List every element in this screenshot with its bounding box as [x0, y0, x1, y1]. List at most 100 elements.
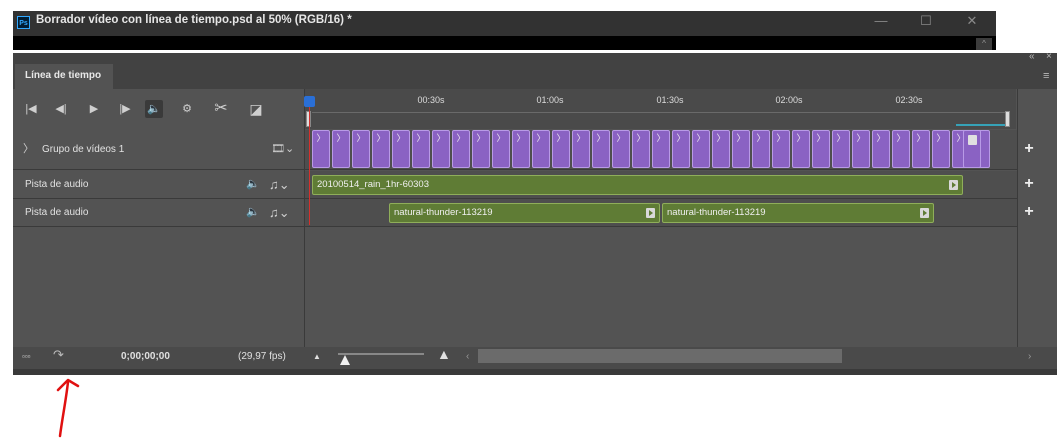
render-frames-icon[interactable]: ▫▫▫	[22, 352, 31, 361]
annotation-arrow	[56, 378, 80, 438]
add-audio-button[interactable]: +	[1019, 175, 1039, 193]
track-header-audio-2[interactable]: Pista de audio 🔈 ♫⌄	[13, 199, 304, 226]
ruler-label: 01:30s	[656, 95, 684, 105]
previous-frame-icon[interactable]: ◀|	[52, 100, 70, 118]
current-timecode[interactable]: 0;00;00;00	[121, 351, 170, 362]
video-clip[interactable]: 〉	[792, 130, 810, 168]
collapse-panel-icon[interactable]: «	[1029, 51, 1035, 62]
video-clip[interactable]: 〉	[472, 130, 490, 168]
audio-clip[interactable]: natural-thunder-113219	[389, 203, 660, 223]
play-icon[interactable]: ▶	[85, 100, 103, 118]
track-header-video-group[interactable]: 〉 Grupo de vídeos 1 🎞⌄	[13, 130, 304, 169]
video-clip[interactable]: 〉	[452, 130, 470, 168]
panel-header-strip	[13, 53, 1057, 63]
video-clip[interactable]: 〉	[512, 130, 530, 168]
video-clip[interactable]: 〉	[912, 130, 930, 168]
video-clip[interactable]: 〉	[572, 130, 590, 168]
video-clip[interactable]: 〉	[332, 130, 350, 168]
video-clip[interactable]: 〉	[892, 130, 910, 168]
video-clip[interactable]: 〉	[492, 130, 510, 168]
video-clip[interactable]: 〉	[852, 130, 870, 168]
tab-timeline[interactable]: Línea de tiempo	[15, 64, 113, 89]
video-clip[interactable]: 〉	[432, 130, 450, 168]
video-clip[interactable]: 〉	[372, 130, 390, 168]
video-clip[interactable]: 〉	[352, 130, 370, 168]
speaker-icon[interactable]: 🔈	[246, 199, 260, 226]
audio-clip[interactable]: natural-thunder-113219	[662, 203, 934, 223]
work-area-end-handle[interactable]	[1005, 111, 1010, 127]
ruler-label: 00:30s	[417, 95, 445, 105]
settings-gear-icon[interactable]: ⚙	[178, 100, 196, 118]
film-strip-icon[interactable]: 🎞⌄	[271, 130, 294, 169]
clip-play-icon[interactable]	[920, 208, 929, 218]
ruler-label: 02:30s	[895, 95, 923, 105]
video-clip[interactable]: 〉	[392, 130, 410, 168]
zoom-slider-track[interactable]	[338, 353, 424, 355]
next-frame-icon[interactable]: |▶	[116, 100, 134, 118]
video-clip[interactable]: 〉	[872, 130, 890, 168]
video-clip[interactable]: 〉	[412, 130, 430, 168]
panel-menu-icon[interactable]: ≡	[1043, 70, 1049, 82]
video-clip[interactable]: 〉	[532, 130, 550, 168]
video-clip[interactable]	[963, 130, 981, 168]
playhead-handle[interactable]	[304, 96, 315, 107]
ruler-baseline	[312, 112, 1008, 113]
first-frame-icon[interactable]: |◀	[22, 100, 40, 118]
zoom-slider-thumb[interactable]	[340, 355, 350, 365]
video-clip[interactable]: 〉	[672, 130, 690, 168]
track-label: Grupo de vídeos 1	[42, 144, 125, 155]
video-clip[interactable]: 〉	[812, 130, 830, 168]
video-clip[interactable]: 〉	[832, 130, 850, 168]
clip-play-icon[interactable]	[949, 180, 958, 190]
zoom-out-icon[interactable]: ▲	[313, 352, 321, 361]
window-title: Borrador vídeo con línea de tiempo.psd a…	[36, 14, 352, 26]
clip-play-icon[interactable]	[968, 135, 977, 145]
ruler-label: 02:00s	[775, 95, 803, 105]
music-note-icon[interactable]: ♫⌄	[269, 171, 290, 198]
close-panel-icon[interactable]: ×	[1046, 51, 1052, 62]
clip-play-icon[interactable]	[646, 208, 655, 218]
scroll-right-icon[interactable]: ›	[1028, 351, 1031, 362]
video-clip[interactable]: 〉	[772, 130, 790, 168]
speaker-icon[interactable]: 🔈	[246, 171, 260, 198]
scissors-icon[interactable]: ✂	[212, 100, 230, 118]
ruler-label: 01:00s	[536, 95, 564, 105]
video-clip[interactable]: 〉	[712, 130, 730, 168]
render-video-icon[interactable]: ↷	[53, 347, 64, 363]
video-clip[interactable]: 〉	[652, 130, 670, 168]
scroll-left-icon[interactable]: ‹	[466, 351, 469, 362]
panel-tab-bar	[13, 63, 1057, 89]
panel-bottom-edge	[13, 369, 1057, 375]
video-clip[interactable]: 〉	[752, 130, 770, 168]
video-clip[interactable]: 〉	[312, 130, 330, 168]
add-media-button[interactable]: +	[1019, 140, 1039, 158]
video-clip[interactable]: 〉	[552, 130, 570, 168]
video-clip[interactable]: 〉	[612, 130, 630, 168]
video-clip[interactable]: 〉	[592, 130, 610, 168]
minimize-button[interactable]: —	[871, 13, 891, 28]
add-audio-button[interactable]: +	[1019, 203, 1039, 221]
row-divider	[13, 169, 1017, 170]
mute-audio-icon[interactable]: 🔈	[145, 100, 163, 118]
audio-clip[interactable]: 20100514_rain_1hr-60303	[312, 175, 963, 195]
clip-label: 20100514_rain_1hr-60303	[317, 179, 429, 190]
transition-icon[interactable]: ◪	[247, 100, 265, 118]
frame-rate: (29,97 fps)	[238, 351, 286, 362]
music-note-icon[interactable]: ♫⌄	[269, 199, 290, 226]
row-divider	[13, 226, 1017, 227]
video-clip[interactable]: 〉	[632, 130, 650, 168]
video-clip[interactable]: 〉	[732, 130, 750, 168]
video-clip[interactable]: 〉	[932, 130, 950, 168]
row-divider	[13, 198, 1017, 199]
maximize-button[interactable]: ☐	[916, 13, 936, 29]
close-button[interactable]: ✕	[962, 13, 982, 29]
work-area-indicator	[956, 124, 1006, 126]
video-clip[interactable]: 〉	[692, 130, 710, 168]
track-header-audio-1[interactable]: Pista de audio 🔈 ♫⌄	[13, 171, 304, 198]
zoom-in-icon[interactable]: ▲	[437, 346, 451, 362]
photoshop-icon: Ps	[17, 16, 30, 29]
horizontal-scrollbar-thumb[interactable]	[478, 349, 842, 363]
clip-label: natural-thunder-113219	[394, 207, 493, 218]
scroll-up-button[interactable]: ^	[976, 38, 992, 50]
expand-chevron-icon[interactable]: 〉	[23, 130, 34, 169]
